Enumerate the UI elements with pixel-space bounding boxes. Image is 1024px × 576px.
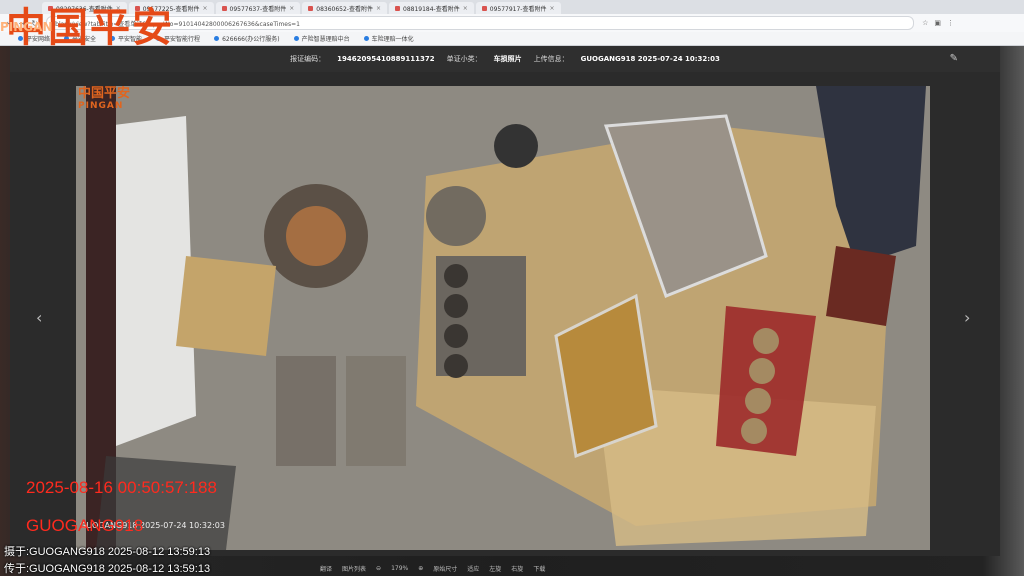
report-number-label: 报证编码： (290, 55, 326, 63)
report-number-value: 19462095410889111372 (337, 55, 435, 63)
extensions-icon[interactable]: ▣ (934, 19, 941, 27)
tab-close-icon[interactable]: × (376, 5, 381, 12)
toolbar-rotate-right-button[interactable]: 右旋 (511, 564, 523, 573)
zoom-in-icon[interactable]: ⊕ (418, 565, 423, 572)
next-image-arrow-icon[interactable]: › (964, 308, 970, 327)
brand-watermark-sub: PINGAN (0, 20, 53, 34)
doc-category-label: 单证小类： (446, 55, 482, 63)
bookmark-item[interactable]: 626666(办公行服务) (214, 34, 280, 43)
photo-watermark: 中国平安 PINGAN (78, 86, 131, 112)
previous-image-arrow-icon[interactable]: ‹ (36, 308, 42, 327)
toolbar-rotate-left-button[interactable]: 左旋 (489, 564, 501, 573)
capture-user: GUOGANG918 (26, 516, 144, 535)
toolbar-image-list-button[interactable]: 图片列表 (342, 564, 366, 573)
browser-tab[interactable]: 08819184-查看附件 × (389, 2, 474, 14)
browser-tab[interactable]: 09577637-查看附件 × (215, 2, 301, 14)
url-field[interactable]: /blank/view?tabTitle=查看单证&reportNo=91014… (46, 16, 915, 30)
tab-label: 09577917-查看附件 (489, 5, 547, 13)
viewer-toolbar: 翻译 图片列表 ⊖ 179% ⊕ 原始尺寸 适应 左旋 右旋 下载 (320, 560, 720, 576)
bookmark-icon (214, 36, 220, 41)
tab-favicon-icon (395, 5, 400, 11)
toolbar-download-button[interactable]: 下载 (533, 564, 545, 573)
toolbar-translate-button[interactable]: 翻译 (320, 564, 332, 573)
bookmark-icon (363, 36, 369, 41)
star-icon[interactable]: ☆ (922, 19, 928, 27)
bookmark-label: 626666(办公行服务) (222, 36, 280, 43)
browser-tab[interactable]: 08360652-查看附件 × (302, 2, 387, 14)
tab-close-icon[interactable]: × (549, 5, 554, 12)
tab-label: 09577637-查看附件 (229, 5, 287, 13)
zoom-level: 179% (391, 564, 409, 572)
toolbar-fit-button[interactable]: 适应 (467, 564, 479, 573)
tab-favicon-icon (481, 5, 487, 11)
menu-icon[interactable]: ⋮ (947, 19, 954, 27)
zoom-out-icon[interactable]: ⊖ (376, 565, 381, 572)
tab-label: 08360652-查看附件 (316, 5, 373, 13)
tab-favicon-icon (308, 5, 314, 11)
doc-category-value: 车损照片 (493, 55, 522, 63)
shot-by-line: 摄于:GUOGANG918 2025-08-12 13:59:13 (4, 546, 211, 558)
sent-by-line: 传于:GUOGANG918 2025-08-12 13:59:13 (4, 563, 211, 575)
bookmark-item[interactable]: 产险智慧理赔中台 (293, 34, 350, 43)
upload-info-label: 上传信息： (533, 55, 569, 63)
photo-watermark-sub: PINGAN (78, 101, 124, 111)
edit-icon[interactable]: ✎ (950, 53, 958, 64)
bookmark-item[interactable]: 车险理赔一体化 (363, 34, 414, 43)
bookmark-label: 车险理赔一体化 (371, 36, 414, 43)
browser-tab[interactable]: 09577917-查看附件 × (475, 2, 561, 14)
tab-label: 08819184-查看附件 (403, 5, 460, 13)
tab-favicon-icon (221, 5, 227, 11)
bookmark-icon (293, 36, 299, 41)
photo-watermark-text: 中国平安 (78, 86, 131, 101)
toolbar-original-size-button[interactable]: 原始尺寸 (433, 564, 457, 573)
capture-timestamp: 2025-08-16 00:50:57:188 (26, 478, 217, 497)
upload-info-value: GUOGANG918 2025-07-24 10:32:03 (580, 55, 720, 63)
bookmark-label: 产险智慧理赔中台 (301, 36, 350, 43)
tab-close-icon[interactable]: × (289, 5, 294, 12)
tab-close-icon[interactable]: × (202, 5, 207, 12)
tab-close-icon[interactable]: × (463, 5, 468, 12)
